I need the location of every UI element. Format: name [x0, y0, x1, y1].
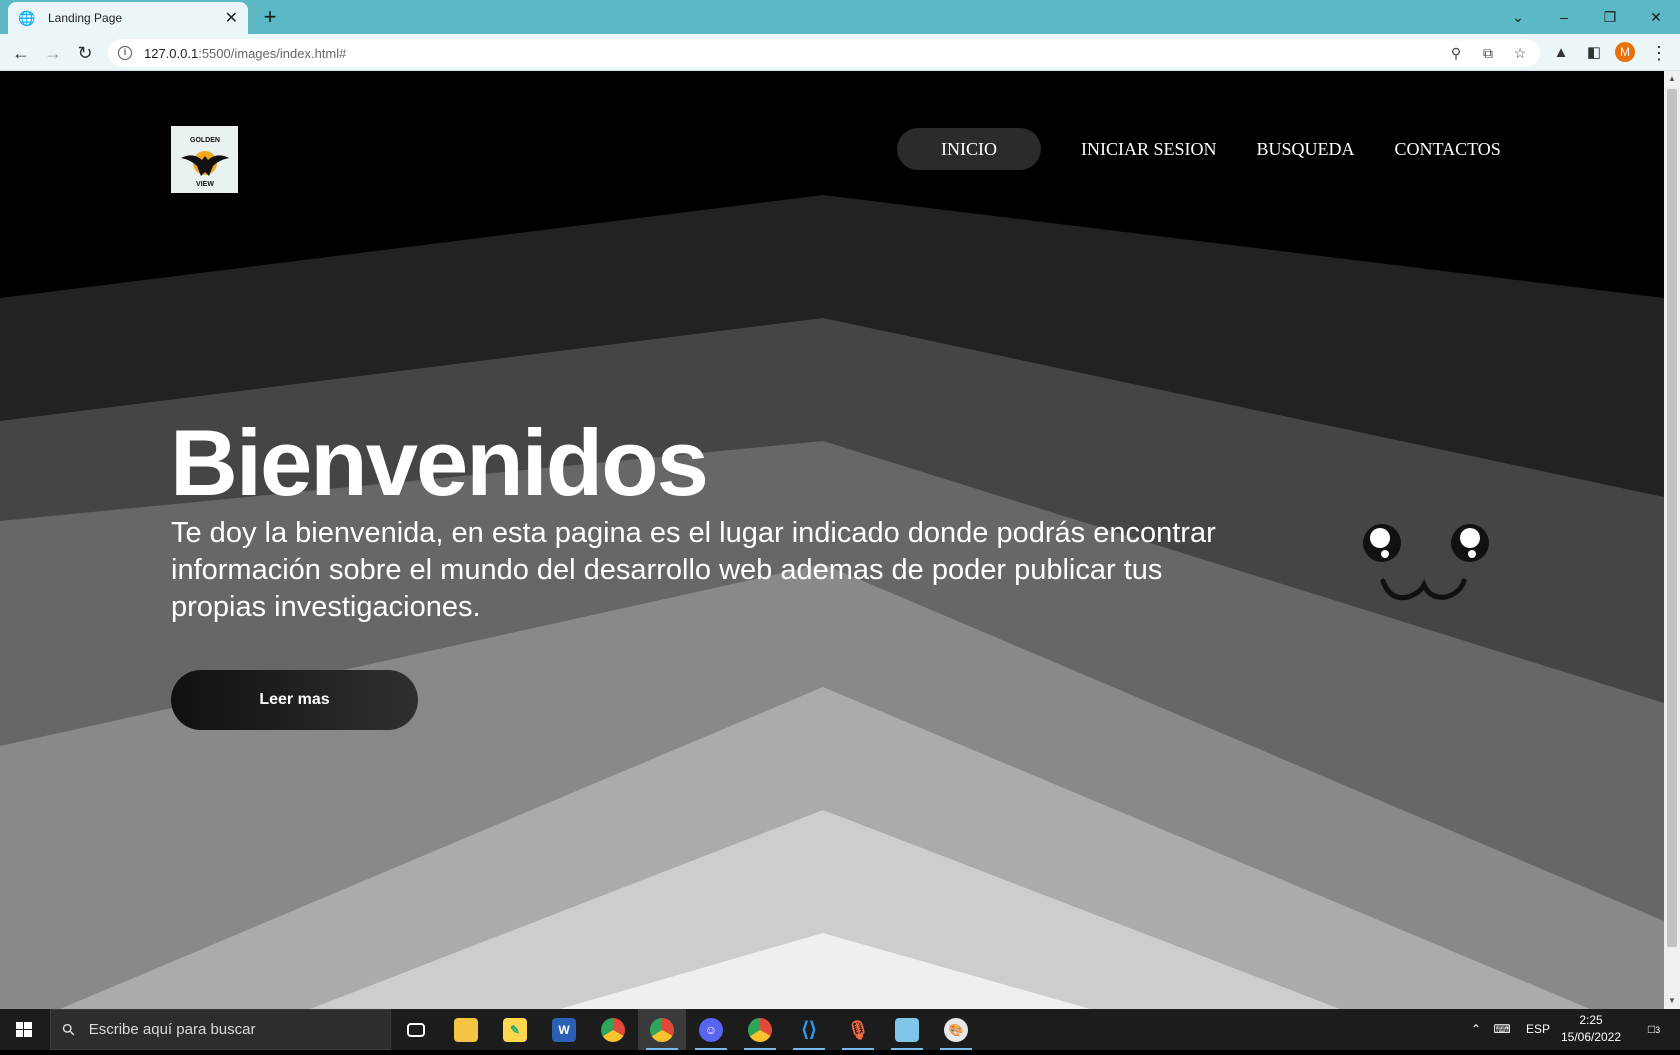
nav-item-contactos[interactable]: CONTACTOS [1375, 128, 1521, 170]
show-hidden-icons-icon[interactable]: ⌃ [1465, 1009, 1487, 1050]
site-logo[interactable]: GOLDEN VIEW [171, 126, 238, 193]
extensions-icon[interactable]: ▲ [1548, 40, 1574, 66]
browser-tab[interactable]: 🌐 Landing Page ✕ [8, 2, 248, 34]
close-tab-icon[interactable]: ✕ [225, 8, 238, 28]
microphone-app-icon[interactable]: 🎙 [834, 1009, 882, 1050]
url-path: :5500/images/index.html# [198, 45, 347, 61]
chrome-profile-j-icon[interactable] [736, 1009, 784, 1050]
tab-search-icon[interactable]: ⌄ [1495, 4, 1541, 30]
logo-text-top: GOLDEN [190, 137, 220, 144]
paint-icon[interactable]: 🎨 [932, 1009, 980, 1050]
notification-count: 3 [1655, 1025, 1661, 1035]
main-nav: INICIO INICIAR SESION BUSQUEDA CONTACTOS [897, 128, 1521, 170]
clock-date: 15/06/2022 [1560, 1030, 1622, 1044]
nav-item-inicio[interactable]: INICIO [897, 128, 1041, 170]
nav-item-iniciar-sesion[interactable]: INICIAR SESION [1061, 128, 1237, 170]
profile-avatar[interactable]: M [1615, 42, 1635, 62]
url-host: 127.0.0.1 [144, 45, 199, 61]
tab-strip: 🌐 Landing Page ✕ + ⌄ – ❐ ✕ [0, 0, 1680, 34]
vscode-icon[interactable]: ⟨⟩ [785, 1009, 833, 1050]
scroll-down-icon[interactable]: ▼ [1664, 993, 1680, 1009]
keyboard-icon[interactable]: ⌨ [1490, 1009, 1514, 1050]
notepad-icon[interactable] [883, 1009, 931, 1050]
hero-title: Bienvenidos [170, 410, 709, 515]
start-button[interactable] [0, 1009, 48, 1050]
word-icon[interactable]: W [540, 1009, 588, 1050]
bookmark-star-icon[interactable]: ☆ [1510, 43, 1530, 63]
logo-text-bottom: VIEW [196, 181, 214, 188]
side-panel-icon[interactable]: ◧ [1581, 40, 1607, 66]
browser-toolbar: ← → ↻ i 127.0.0.1:5500/images/index.html… [0, 34, 1680, 71]
restore-icon[interactable]: ❐ [1587, 4, 1633, 30]
notification-center-icon[interactable]: □3 [1636, 1009, 1672, 1050]
clock-time: 2:25 [1579, 1013, 1603, 1027]
task-view-icon[interactable] [392, 1009, 440, 1050]
url-text: 127.0.0.1:5500/images/index.html# [144, 46, 346, 61]
chrome-profile-icon[interactable] [638, 1009, 686, 1050]
close-window-icon[interactable]: ✕ [1633, 4, 1679, 30]
share-icon[interactable]: ⧉ [1478, 43, 1498, 63]
windows-taskbar: ⚲ Escribe aquí para buscar ✎ W ☺ ⟨⟩ 🎙 🎨 … [0, 1009, 1680, 1050]
landing-page: GOLDEN VIEW INICIO INICIAR SESION BUSQUE… [0, 71, 1664, 1009]
scroll-up-icon[interactable]: ▲ [1664, 71, 1680, 87]
new-tab-button[interactable]: + [258, 5, 282, 29]
back-icon[interactable]: ← [8, 40, 34, 66]
discord-icon[interactable]: ☺ [687, 1009, 735, 1050]
nav-item-busqueda[interactable]: BUSQUEDA [1237, 128, 1375, 170]
site-info-icon[interactable]: i [118, 46, 132, 60]
taskbar-search[interactable]: ⚲ Escribe aquí para buscar [50, 1009, 391, 1050]
eagle-logo-icon: GOLDEN VIEW [180, 137, 229, 188]
input-language[interactable]: ESP [1520, 1009, 1556, 1050]
reload-icon[interactable]: ↻ [72, 40, 98, 66]
tab-title: Landing Page [48, 11, 123, 25]
forward-icon[interactable]: → [40, 40, 66, 66]
page-scrollbar[interactable]: ▲ ▼ [1664, 71, 1680, 1009]
stickynotes-icon[interactable]: ✎ [491, 1009, 539, 1050]
hero-description: Te doy la bienvenida, en esta pagina es … [171, 517, 1216, 623]
menu-kebab-icon[interactable]: ⋮ [1646, 40, 1672, 66]
chrome-icon[interactable] [589, 1009, 637, 1050]
address-bar[interactable]: i 127.0.0.1:5500/images/index.html# ⚲ ⧉ … [108, 39, 1540, 67]
minimize-icon[interactable]: – [1541, 4, 1587, 30]
scrollbar-thumb[interactable] [1667, 89, 1677, 947]
globe-icon: 🌐 [18, 10, 36, 26]
file-explorer-icon[interactable] [442, 1009, 490, 1050]
read-more-button[interactable]: Leer mas [171, 670, 418, 730]
windows-logo-icon [16, 1022, 32, 1037]
cute-face-icon [1363, 524, 1489, 601]
zoom-icon[interactable]: ⚲ [1446, 43, 1466, 63]
search-placeholder: Escribe aquí para buscar [88, 1021, 256, 1038]
search-icon: ⚲ [59, 1019, 80, 1041]
system-clock[interactable]: 2:25 15/06/2022 [1556, 1012, 1626, 1046]
